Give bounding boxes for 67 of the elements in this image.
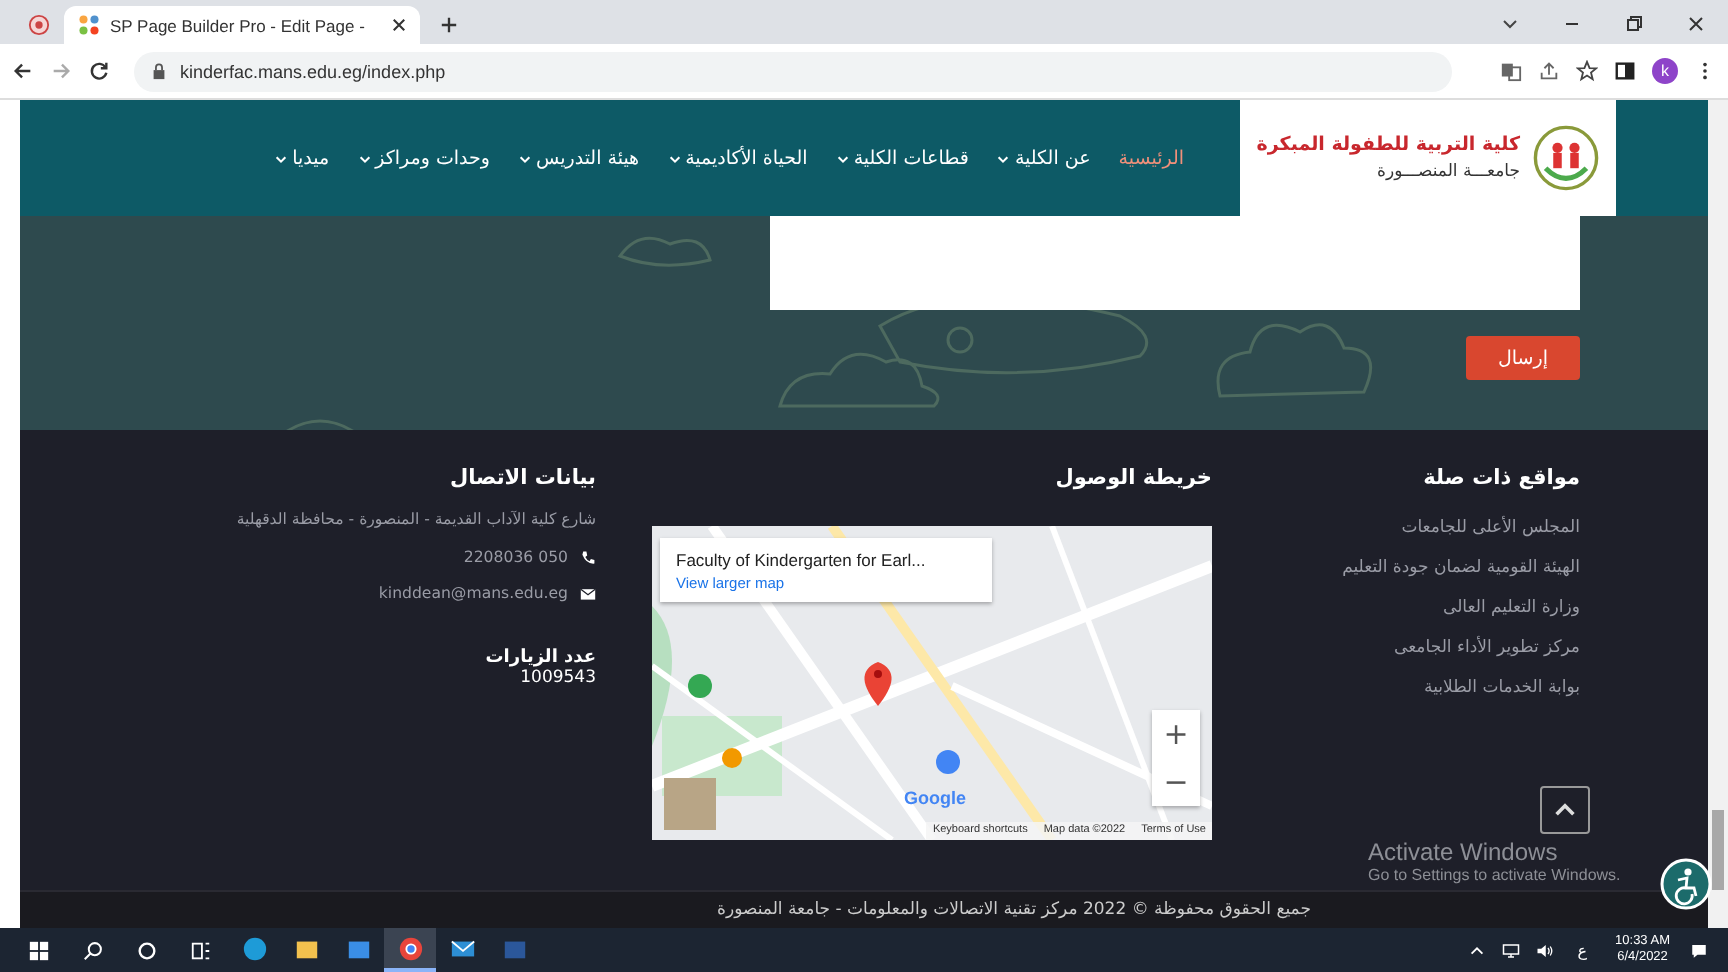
close-icon[interactable] [1686,14,1706,34]
start-icon[interactable] [28,939,50,961]
url-text: kinderfac.mans.edu.eg/index.php [180,61,446,81]
new-tab-icon[interactable] [440,16,458,34]
map-logo: Google [904,788,966,808]
scrollbar-thumb[interactable] [1712,810,1724,890]
copyright-text: جميع الحقوق محفوظة © 2022 مركز تقنية الاتصالات والمعلومات - جامعة المنصورة [717,900,1311,920]
section-heading: مواقع ذات صلة [1423,466,1580,490]
footer-link[interactable]: الهيئة القومية لضمان جودة التعليم [1342,558,1580,578]
visits-count: 1009543 [520,668,596,688]
university-name: جامعـــة المنصـــورة [1375,162,1520,182]
zoom-in-button[interactable]: + [1152,710,1200,758]
chevron-down-icon [667,151,682,165]
footer-link[interactable]: مركز تطوير الأداء الجامعى [1394,638,1580,658]
reload-icon[interactable] [88,60,110,82]
section-heading: خريطة الوصول [1055,466,1212,490]
scroll-top-button[interactable] [1540,786,1590,834]
envelope-icon [580,585,596,601]
visits-label: عدد الزيارات [485,648,596,668]
star-icon[interactable] [1576,60,1598,82]
input-language[interactable]: ع [1577,941,1588,959]
tab-title: SP Page Builder Pro - Edit Page - [110,15,367,35]
nav-link[interactable]: الحياة الأكاديمية [667,147,808,169]
chevron-down-icon [357,151,372,165]
nav-link[interactable]: هيئة التدريس [517,147,640,169]
logo-panel[interactable]: كلية التربية للطفولة المبكرة جامعـــة المنصـــورة [1240,100,1616,216]
joomla-icon [78,14,100,36]
speaker-icon[interactable] [1535,941,1554,959]
tab-search-icon[interactable] [1500,14,1520,34]
activation-hint: Go to Settings to activate Windows. [1368,866,1621,884]
accessibility-icon[interactable] [1660,858,1712,910]
lock-icon [150,62,168,80]
footer-link[interactable]: وزارة التعليم العالى [1442,598,1580,618]
network-icon[interactable] [1501,941,1520,959]
search-icon[interactable] [82,939,104,961]
college-name: كلية التربية للطفولة المبكرة [1256,134,1520,156]
back-icon[interactable] [12,60,34,82]
task-view-icon[interactable] [190,939,212,961]
send-button[interactable]: إرسال [1466,336,1580,380]
restore-icon[interactable] [1624,14,1644,34]
close-icon[interactable] [392,18,406,32]
message-field[interactable] [770,216,1580,310]
phone-icon [580,549,596,565]
footer-link[interactable]: المجلس الأعلى للجامعات [1401,518,1580,538]
translate-icon[interactable] [1500,60,1522,82]
profile-avatar[interactable]: k [1652,58,1678,84]
chevron-down-icon [835,151,850,165]
chevron-down-icon [517,151,532,165]
section-heading: بيانات الاتصال [449,466,596,490]
notification-icon[interactable] [1690,941,1708,959]
activation-title: Activate Windows [1368,838,1560,866]
nav-link[interactable]: ميديا [274,147,330,169]
chevron-down-icon [996,151,1011,165]
share-icon[interactable] [1538,60,1560,82]
taskbar-app[interactable] [384,928,436,972]
side-panel-icon[interactable] [1614,60,1636,82]
place-name: Faculty of Kindergarten for Earl... [676,549,928,569]
footer-link[interactable]: بوابة الخدمات الطلابية [1424,678,1580,698]
browser-tab[interactable]: SP Page Builder Pro - Edit Page - [64,6,420,44]
cortana-icon[interactable] [136,939,158,961]
zoom-out-button[interactable]: − [1152,758,1200,806]
envelope-icon [449,935,475,961]
chevron-down-icon [274,151,289,165]
nav-link[interactable]: قطاعات الكلية [835,147,969,169]
nav-link[interactable]: عن الكلية [996,147,1091,169]
address-bar[interactable]: kinderfac.mans.edu.eg/index.php [134,51,1452,91]
nav-link[interactable]: وحدات ومراكز [357,147,490,169]
